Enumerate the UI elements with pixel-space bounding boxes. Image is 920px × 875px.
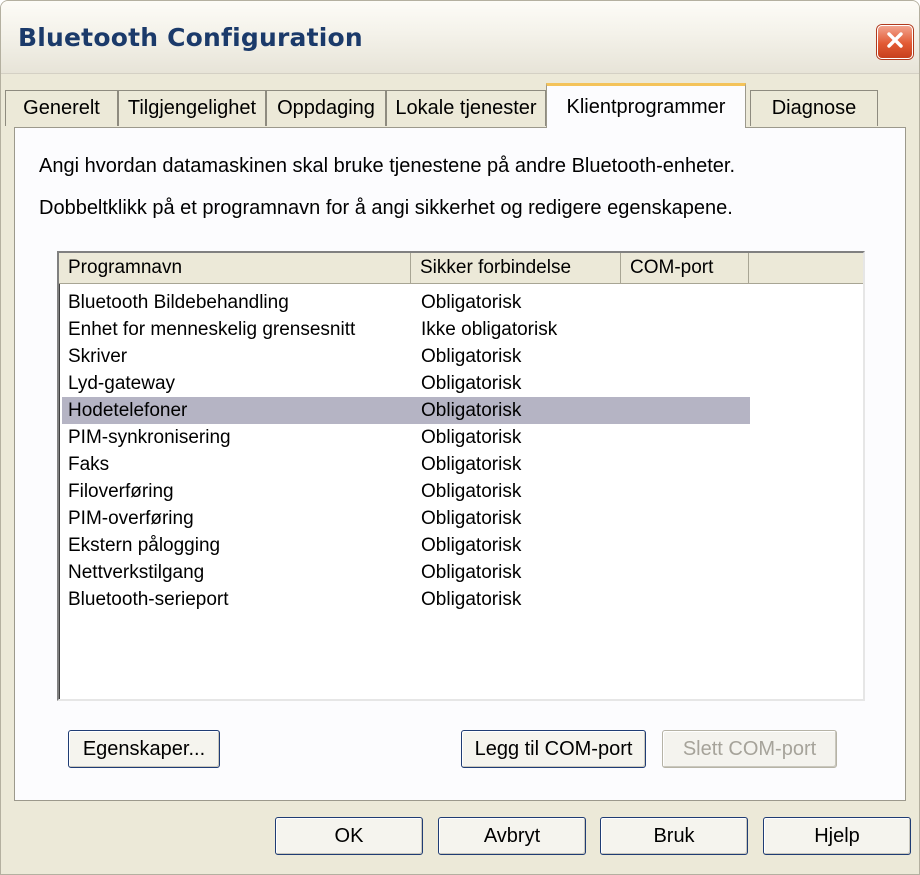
secure-connection: Obligatorisk bbox=[421, 481, 522, 502]
secure-connection: Obligatorisk bbox=[421, 535, 522, 556]
properties-button[interactable]: Egenskaper... bbox=[68, 730, 220, 768]
tab-lokale-tjenester[interactable]: Lokale tjenester bbox=[386, 90, 546, 126]
program-name: Bluetooth Bildebehandling bbox=[68, 292, 289, 313]
close-button[interactable] bbox=[877, 25, 913, 59]
program-name: Skriver bbox=[68, 346, 128, 367]
tab-strip: Generelt Tilgjengelighet Oppdaging Lokal… bbox=[1, 83, 919, 128]
program-name: Faks bbox=[68, 454, 110, 475]
list-item[interactable]: Skriver Obligatorisk bbox=[62, 343, 750, 370]
secure-connection: Obligatorisk bbox=[421, 400, 522, 421]
window-title: Bluetooth Configuration bbox=[18, 23, 363, 52]
list-item[interactable]: Faks Obligatorisk bbox=[62, 451, 750, 478]
tab-tilgjengelighet[interactable]: Tilgjengelighet bbox=[118, 90, 266, 126]
program-name: Enhet for menneskelig grensesnitt bbox=[68, 319, 356, 340]
program-name: Nettverkstilgang bbox=[68, 562, 205, 583]
program-name: Lyd-gateway bbox=[68, 373, 176, 394]
list-item[interactable]: Ekstern pålogging Obligatorisk bbox=[62, 532, 750, 559]
secure-connection: Obligatorisk bbox=[421, 373, 522, 394]
program-name: Hodetelefoner bbox=[68, 400, 188, 421]
list-item[interactable]: Bluetooth-serieport Obligatorisk bbox=[62, 586, 750, 613]
list-item[interactable]: Enhet for menneskelig grensesnitt Ikke o… bbox=[62, 316, 750, 343]
help-button[interactable]: Hjelp bbox=[763, 817, 911, 855]
tab-klientprogrammer[interactable]: Klientprogrammer bbox=[546, 83, 746, 128]
client-programs-list[interactable]: Programnavn Sikker forbindelse COM-port … bbox=[57, 251, 865, 701]
tab-generelt[interactable]: Generelt bbox=[5, 90, 118, 126]
tab-oppdaging[interactable]: Oppdaging bbox=[266, 90, 386, 126]
description-line-2: Dobbeltklikk på et programnavn for å ang… bbox=[39, 197, 733, 219]
program-name: PIM-overføring bbox=[68, 508, 194, 529]
secure-connection: Obligatorisk bbox=[421, 589, 522, 610]
secure-connection: Obligatorisk bbox=[421, 292, 522, 313]
add-com-port-button[interactable]: Legg til COM-port bbox=[461, 730, 646, 768]
description-line-1: Angi hvordan datamaskinen skal bruke tje… bbox=[39, 155, 736, 177]
program-name: Filoverføring bbox=[68, 481, 174, 502]
list-item[interactable]: PIM-overføring Obligatorisk bbox=[62, 505, 750, 532]
tab-diagnose[interactable]: Diagnose bbox=[750, 90, 878, 126]
column-header-programnavn[interactable]: Programnavn bbox=[59, 253, 411, 283]
column-header-com-port[interactable]: COM-port bbox=[621, 253, 749, 283]
secure-connection: Ikke obligatorisk bbox=[421, 319, 558, 340]
list-header: Programnavn Sikker forbindelse COM-port bbox=[59, 253, 863, 284]
secure-connection: Obligatorisk bbox=[421, 454, 522, 475]
secure-connection: Obligatorisk bbox=[421, 508, 522, 529]
secure-connection: Obligatorisk bbox=[421, 427, 522, 448]
list-item-selected[interactable]: Hodetelefoner Obligatorisk bbox=[62, 397, 750, 424]
list-item[interactable]: PIM-synkronisering Obligatorisk bbox=[62, 424, 750, 451]
program-name: PIM-synkronisering bbox=[68, 427, 231, 448]
list-item[interactable]: Bluetooth Bildebehandling Obligatorisk bbox=[62, 289, 750, 316]
secure-connection: Obligatorisk bbox=[421, 562, 522, 583]
remove-com-port-button[interactable]: Slett COM-port bbox=[662, 730, 837, 768]
apply-button[interactable]: Bruk bbox=[600, 817, 748, 855]
ok-button[interactable]: OK bbox=[275, 817, 423, 855]
column-header-sikker-forbindelse[interactable]: Sikker forbindelse bbox=[411, 253, 621, 283]
list-item[interactable]: Lyd-gateway Obligatorisk bbox=[62, 370, 750, 397]
program-name: Ekstern pålogging bbox=[68, 535, 221, 556]
bluetooth-configuration-dialog: Bluetooth Configuration Generelt Tilgjen… bbox=[0, 0, 920, 875]
cancel-button[interactable]: Avbryt bbox=[438, 817, 586, 855]
secure-connection: Obligatorisk bbox=[421, 346, 522, 367]
list-item[interactable]: Nettverkstilgang Obligatorisk bbox=[62, 559, 750, 586]
program-name: Bluetooth-serieport bbox=[68, 589, 229, 610]
title-bar[interactable]: Bluetooth Configuration bbox=[1, 1, 919, 74]
close-icon bbox=[885, 30, 905, 54]
list-item[interactable]: Filoverføring Obligatorisk bbox=[62, 478, 750, 505]
